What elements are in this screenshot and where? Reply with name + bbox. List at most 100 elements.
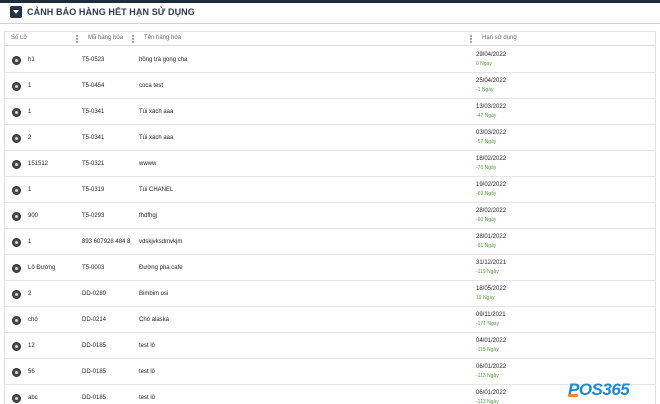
table-header: Số Lô Mã hàng hóa Tên hàng hóa Hạn sử dụ… <box>5 32 655 46</box>
days-remaining: -1 Ngày <box>476 87 494 93</box>
column-header-code[interactable]: Mã hàng hóa <box>82 32 138 46</box>
table-row[interactable]: Lô Đường T5-0003 Đường pha cafe 31/12/2021 -… <box>5 255 655 281</box>
product-name: fhdfhgj <box>139 213 158 219</box>
expiry-date: 29/04/2022 <box>476 52 507 58</box>
lot-icon <box>12 56 21 65</box>
column-header-code-label: Mã hàng hóa <box>88 35 124 41</box>
lot-icon <box>12 160 21 169</box>
product-code: 893 607928 484 8 <box>82 239 131 245</box>
product-name: hồng trà gong cha <box>139 57 188 63</box>
expiry-date: 06/01/2022 <box>476 364 507 370</box>
days-remaining: -69 Ngày <box>476 191 497 197</box>
table-row[interactable]: 2 T5-0341 Túi xách aaa 03/03/2022 -57 Ngày <box>5 125 655 151</box>
product-name: test lô <box>139 343 156 349</box>
lot-number: 1 <box>28 109 32 115</box>
lot-icon <box>12 342 21 351</box>
lot-icon <box>12 368 21 377</box>
lot-number: 12 <box>28 343 35 349</box>
lot-number: Lô Đường <box>28 265 56 271</box>
table-row[interactable]: 151512 T5-0321 wwww 18/02/2022 -70 Ngày <box>5 151 655 177</box>
lot-icon <box>12 290 21 299</box>
lot-icon <box>12 212 21 221</box>
table-row[interactable]: 12 DD-0185 test lô 04/01/2022 -115 Ngày <box>5 333 655 359</box>
product-code: DD-0185 <box>82 395 107 401</box>
lot-number: 1 <box>28 83 32 89</box>
expiry-cell: 09/11/2021 -171 Ngày <box>476 307 646 333</box>
lot-number: h1 <box>28 57 35 63</box>
product-code: DD-0185 <box>82 369 107 375</box>
product-name: Túi xách aaa <box>139 109 174 115</box>
days-remaining: -113 Ngày <box>476 399 499 404</box>
product-name: test lô <box>139 369 156 375</box>
logo-text: POS365 <box>568 380 630 399</box>
product-code: T5-0454 <box>82 83 105 89</box>
column-header-expiry-label: Hạn sử dụng <box>482 35 517 41</box>
lot-icon <box>12 238 21 247</box>
expiry-cell: 28/01/2022 -91 Ngày <box>476 229 646 255</box>
expiry-cell: 31/12/2021 -119 Ngày <box>476 255 646 281</box>
table-row[interactable]: h1 T5-0523 hồng trà gong cha 29/04/2022 0 Ng… <box>5 47 655 73</box>
days-remaining: -70 Ngày <box>476 165 497 171</box>
table-row[interactable]: 900 T5-0293 fhdfhgj 28/02/2022 -60 Ngày <box>5 203 655 229</box>
column-header-expiry[interactable]: Hạn sử dụng <box>476 32 655 46</box>
expiry-cell: 29/04/2022 0 Ngày <box>476 47 646 73</box>
expiry-cell: 19/02/2022 -69 Ngày <box>476 177 646 203</box>
product-code: DD-0214 <box>82 317 107 323</box>
days-remaining: -91 Ngày <box>476 243 497 249</box>
expiry-date: 09/11/2021 <box>476 312 506 318</box>
expiry-date: 28/01/2022 <box>476 234 507 240</box>
warning-icon <box>10 6 22 18</box>
table-row[interactable]: 2 DD-0289 Bimbim osi 18/05/2022 19 Ngày <box>5 281 655 307</box>
lot-number: 1 <box>28 239 32 245</box>
column-header-lot[interactable]: Số Lô <box>5 32 82 46</box>
expiry-date: 25/04/2022 <box>476 78 507 84</box>
product-code: T5-0341 <box>82 135 105 141</box>
days-remaining: 0 Ngày <box>476 61 492 67</box>
product-code: T5-0321 <box>82 161 105 167</box>
product-code: T5-0003 <box>82 265 105 271</box>
product-name: test lô <box>139 395 156 401</box>
lot-icon <box>12 108 21 117</box>
expiry-cell: 25/04/2022 -1 Ngày <box>476 73 646 99</box>
lot-number: 2 <box>28 291 32 297</box>
table-row[interactable]: 1 T5-0319 Túi CHANEL 19/02/2022 -69 Ngày <box>5 177 655 203</box>
lot-icon <box>12 394 21 403</box>
days-remaining: -115 Ngày <box>476 347 499 353</box>
lot-number: chó <box>28 317 38 323</box>
expiry-date: 03/03/2022 <box>476 130 507 136</box>
column-header-name-label: Tên hàng hóa <box>144 35 182 41</box>
lot-icon <box>12 134 21 143</box>
column-menu-icon[interactable] <box>132 35 134 43</box>
table-row[interactable]: 1 T5-0454 coca test 25/04/2022 -1 Ngày <box>5 73 655 99</box>
expiry-date: 13/03/2022 <box>476 104 507 110</box>
expiry-cell: 03/03/2022 -57 Ngày <box>476 125 646 151</box>
lot-icon <box>12 186 21 195</box>
lot-number: abc <box>28 395 38 401</box>
header-accent-strip <box>0 0 660 3</box>
column-menu-icon[interactable] <box>470 35 472 43</box>
table-row[interactable]: 1 893 607928 484 8 vdskjvksdmvkjm 28/01/202… <box>5 229 655 255</box>
product-name: vdskjvksdmvkjm <box>139 239 183 245</box>
table-row[interactable]: chó DD-0214 Chó alaska 09/11/2021 -171 Ngày <box>5 307 655 333</box>
expiry-cell: 13/03/2022 -47 Ngày <box>476 99 646 125</box>
cart-icon <box>568 394 578 397</box>
days-remaining: 19 Ngày <box>476 295 495 301</box>
days-remaining: -119 Ngày <box>476 269 499 275</box>
lot-number: 151512 <box>28 161 49 167</box>
column-menu-icon[interactable] <box>76 35 78 43</box>
lot-number: 1 <box>28 187 32 193</box>
column-header-name[interactable]: Tên hàng hóa <box>138 32 476 46</box>
product-name: Túi xách aaa <box>139 135 174 141</box>
expiry-date: 19/02/2022 <box>476 182 507 188</box>
table-row[interactable]: abc DD-0185 test lô 06/01/2022 -113 Ngày <box>5 385 655 404</box>
table-row[interactable]: 1 T5-0341 Túi xách aaa 13/03/2022 -47 Ngày <box>5 99 655 125</box>
table-row[interactable]: 56 DD-0185 test lô 06/01/2022 -113 Ngày <box>5 359 655 385</box>
expiry-cell: 18/05/2022 19 Ngày <box>476 281 646 307</box>
expiry-date: 31/12/2021 <box>476 260 507 266</box>
days-remaining: -57 Ngày <box>476 139 497 145</box>
product-code: T5-0293 <box>82 213 105 219</box>
expiry-date: 28/02/2022 <box>476 208 507 214</box>
expiry-cell: 04/01/2022 -115 Ngày <box>476 333 646 359</box>
days-remaining: -47 Ngày <box>476 113 497 119</box>
expiry-date: 18/02/2022 <box>476 156 507 162</box>
